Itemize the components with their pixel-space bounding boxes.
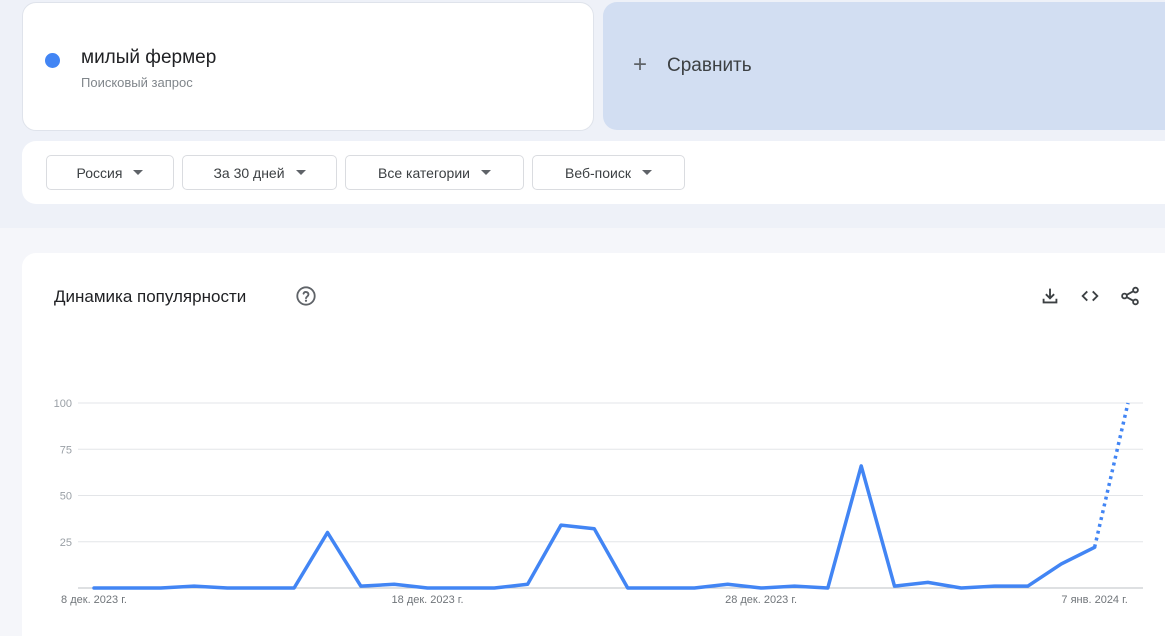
caret-down-icon <box>295 170 306 175</box>
caret-down-icon <box>480 170 491 175</box>
data-point[interactable] <box>1122 397 1134 409</box>
data-point[interactable] <box>488 582 500 594</box>
x-tick-label: 18 дек. 2023 г. <box>392 594 464 606</box>
data-point[interactable] <box>755 582 767 594</box>
x-tick-label: 7 янв. 2024 г. <box>1061 594 1127 606</box>
data-point[interactable] <box>121 582 133 594</box>
data-point[interactable] <box>522 578 534 590</box>
plus-icon: + <box>632 51 647 78</box>
series-color-dot <box>45 53 60 68</box>
data-point[interactable] <box>688 582 700 594</box>
series-line-partial <box>1092 402 1130 548</box>
data-point[interactable] <box>889 580 901 592</box>
data-point[interactable] <box>388 578 400 590</box>
data-point[interactable] <box>989 580 1001 592</box>
filter-bar: Россия За 30 дней Все категории Веб-поис… <box>22 141 1165 204</box>
data-point[interactable] <box>822 582 834 594</box>
data-point[interactable] <box>88 582 100 594</box>
data-point[interactable] <box>355 580 367 592</box>
compare-label: Сравнить <box>667 55 752 76</box>
data-point[interactable] <box>155 582 167 594</box>
data-point[interactable] <box>588 523 600 535</box>
data-point[interactable] <box>1022 580 1034 592</box>
data-point[interactable] <box>955 582 967 594</box>
data-point[interactable] <box>622 582 634 594</box>
y-tick-label: 75 <box>60 444 72 456</box>
data-point[interactable] <box>855 460 867 472</box>
compare-button[interactable]: + Сравнить <box>603 2 1165 130</box>
data-point[interactable] <box>655 582 667 594</box>
category-filter[interactable]: Все категории <box>345 155 524 190</box>
y-tick-label: 50 <box>60 491 72 503</box>
search-term-name[interactable]: милый фермер <box>81 47 216 69</box>
region-filter[interactable]: Россия <box>46 155 174 190</box>
data-point[interactable] <box>1089 541 1101 553</box>
data-point[interactable] <box>1055 558 1067 570</box>
data-point[interactable] <box>221 582 233 594</box>
data-point[interactable] <box>555 519 567 531</box>
data-point[interactable] <box>321 527 333 539</box>
data-point[interactable] <box>288 582 300 594</box>
category-filter-label: Все категории <box>378 164 470 181</box>
time-range-filter-label: За 30 дней <box>213 164 285 181</box>
data-point[interactable] <box>422 582 434 594</box>
data-point[interactable] <box>722 578 734 590</box>
x-tick-label: 8 дек. 2023 г. <box>61 594 127 606</box>
search-type-filter-label: Веб-поиск <box>565 164 631 181</box>
interest-over-time-card: Динамика популярности 25 50 75 100 8 дек. 20… <box>22 253 1165 636</box>
search-type-filter[interactable]: Веб-поиск <box>532 155 685 190</box>
data-point[interactable] <box>255 582 267 594</box>
search-term-type: Поисковый запрос <box>81 75 193 90</box>
x-tick-label: 28 дек. 2023 г. <box>725 594 797 606</box>
region-filter-label: Россия <box>76 164 123 181</box>
caret-down-icon <box>641 170 652 175</box>
y-tick-label: 25 <box>60 537 72 549</box>
data-point[interactable] <box>922 576 934 588</box>
data-point[interactable] <box>188 580 200 592</box>
search-term-card[interactable]: милый фермер Поисковый запрос <box>22 2 594 131</box>
interest-line-chart: 25 50 75 100 8 дек. 2023 г. 18 дек. 2023 г. 28… <box>54 397 1143 606</box>
time-range-filter[interactable]: За 30 дней <box>182 155 337 190</box>
caret-down-icon <box>133 170 144 175</box>
data-point[interactable] <box>455 582 467 594</box>
data-point[interactable] <box>788 580 800 592</box>
y-tick-label: 100 <box>54 398 72 410</box>
